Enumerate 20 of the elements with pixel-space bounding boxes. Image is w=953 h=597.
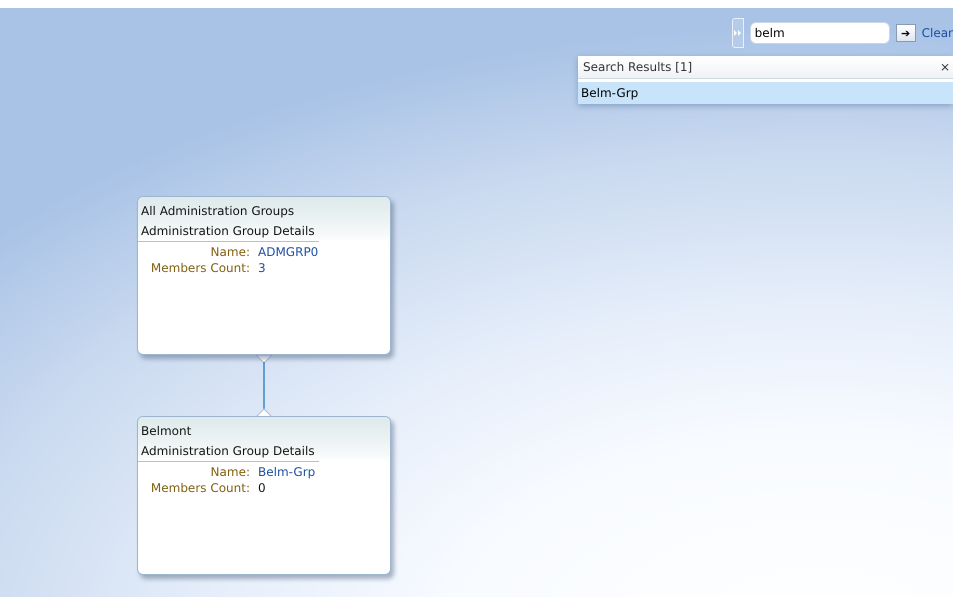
field-label: Name: xyxy=(210,465,250,479)
field-label: Members Count: xyxy=(150,481,250,495)
field-value-link[interactable]: 3 xyxy=(258,261,390,275)
section-heading: Administration Group Details xyxy=(138,221,319,242)
result-item[interactable]: Belm-Grp xyxy=(578,82,953,104)
clear-link[interactable]: Clear xyxy=(922,26,953,40)
close-button[interactable]: × xyxy=(940,60,950,74)
field-value: 0 xyxy=(258,481,267,495)
field-label: Members Count: xyxy=(150,261,250,275)
double-arrow-icon xyxy=(734,30,742,36)
go-button[interactable]: ➔ xyxy=(896,24,916,42)
section-heading: Administration Group Details xyxy=(138,441,319,462)
field-value-link[interactable]: ADMGRP0 xyxy=(258,245,390,259)
field-value-link[interactable]: Belm-Grp xyxy=(258,465,390,479)
card-title: Belmont xyxy=(140,423,192,440)
collapse-handle[interactable] xyxy=(732,18,744,48)
panel-title: Search Results [1] xyxy=(583,60,692,74)
card-title: All Administration Groups xyxy=(140,203,296,220)
field-label: Name: xyxy=(210,245,250,259)
search-field[interactable]: belm xyxy=(750,22,890,44)
